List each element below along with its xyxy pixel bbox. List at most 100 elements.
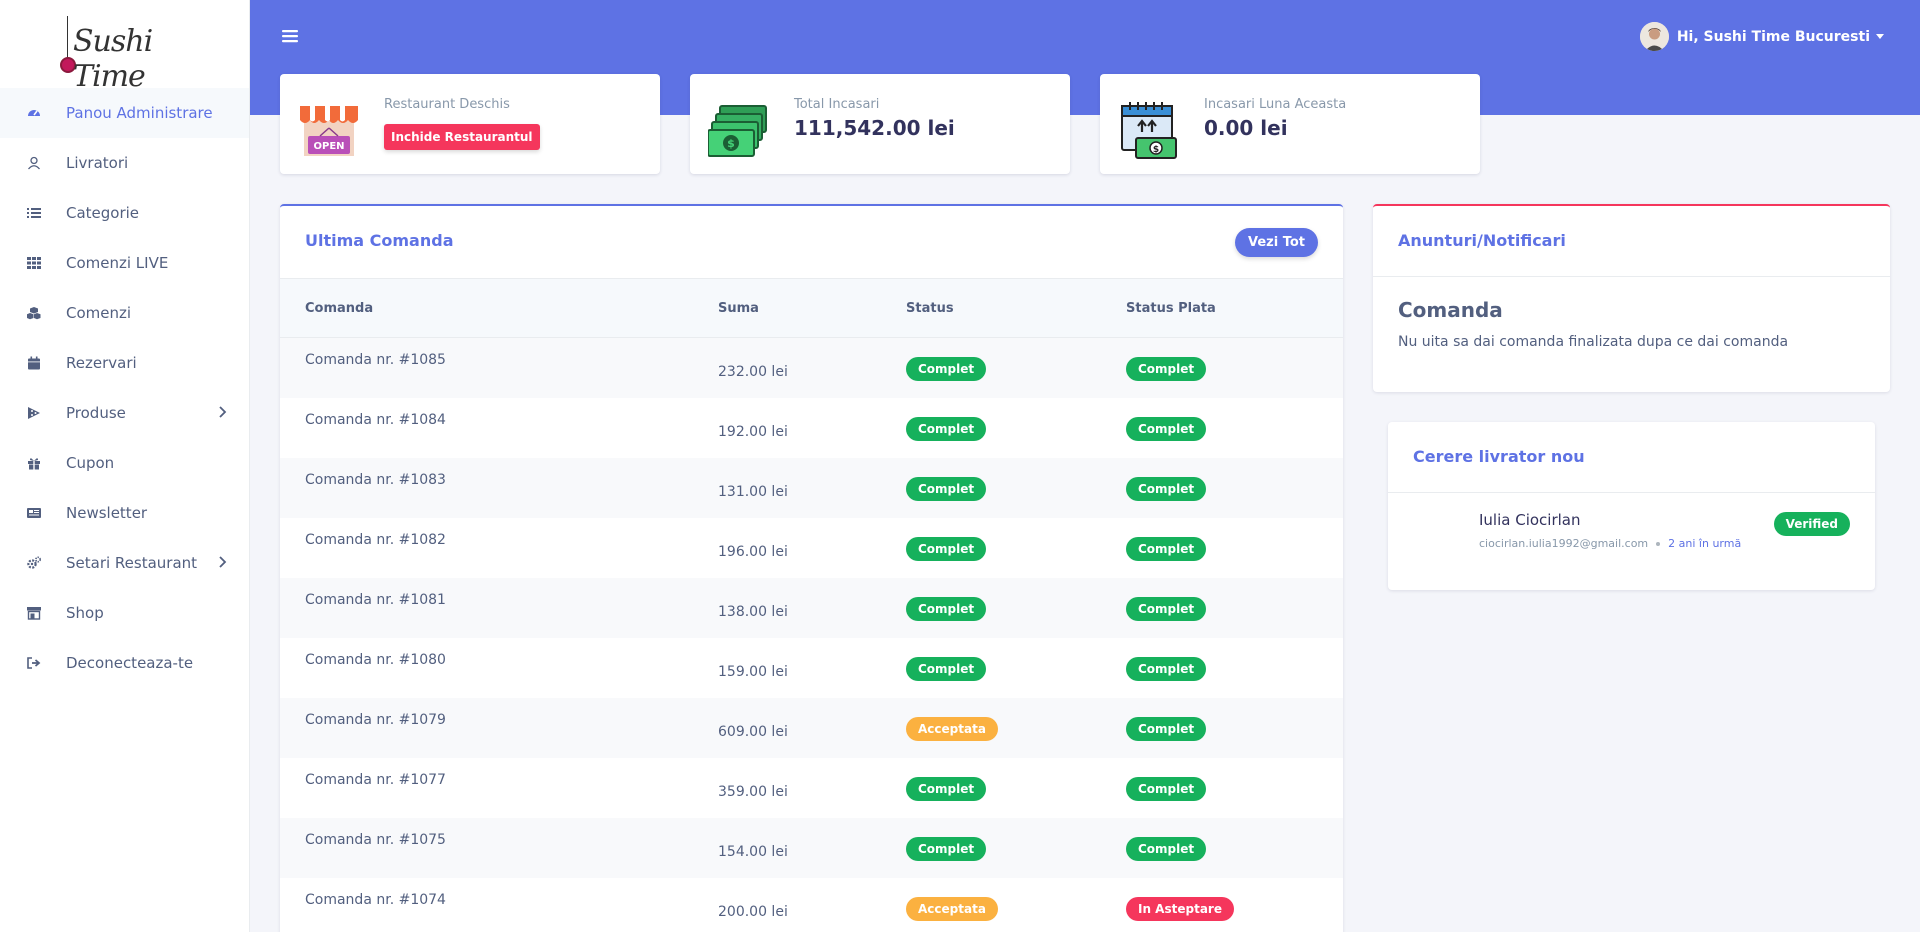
column-status: Status: [906, 301, 954, 316]
order-sum: 138.00 lei: [718, 604, 788, 620]
sidebar-item-panou-administrare[interactable]: Panou Administrare: [0, 88, 249, 138]
courier-email: ciocirlan.iulia1992@gmail.com: [1479, 537, 1649, 550]
payment-status-badge: Complet: [1126, 417, 1207, 441]
sidebar-item-label: Setari Restaurant: [66, 554, 198, 572]
order-number[interactable]: Comanda nr. #1080: [305, 652, 446, 668]
calendar-icon: [27, 356, 41, 370]
order-number[interactable]: Comanda nr. #1081: [305, 592, 446, 608]
monthly-revenue-value: 0.00 lei: [1204, 116, 1288, 140]
order-number[interactable]: Comanda nr. #1075: [305, 832, 446, 848]
payment-status-badge: Complet: [1126, 717, 1207, 741]
table-row[interactable]: Comanda nr. #1074 200.00 lei Acceptata In A…: [280, 878, 1343, 932]
sidebar-item-newsletter[interactable]: Newsletter: [0, 488, 249, 538]
sign-out-icon: [27, 656, 41, 670]
dashboard-icon: [27, 106, 41, 120]
sidebar-item-label: Deconecteaza-te: [66, 654, 194, 672]
sidebar-item-label: Livratori: [66, 154, 129, 172]
courier-meta: ciocirlan.iulia1992@gmail.com 2 ani în u…: [1479, 537, 1741, 550]
chevron-right-icon: [219, 556, 227, 568]
orders-table-header: Comanda Suma Status Status Plata: [280, 278, 1343, 338]
sidebar-item-rezervari[interactable]: Rezervari: [0, 338, 249, 388]
order-status-badge: Complet: [906, 417, 987, 441]
sidebar-item-comenzi[interactable]: Comenzi: [0, 288, 249, 338]
cubes-icon: [27, 306, 41, 320]
latest-orders-card: Ultima Comanda Vezi Tot Comanda Suma Sta…: [280, 204, 1343, 932]
order-status-badge: Acceptata: [906, 717, 998, 741]
list-icon: [27, 206, 41, 220]
order-status-badge: Complet: [906, 837, 987, 861]
order-status-badge: Acceptata: [906, 897, 998, 921]
grid-icon: [27, 256, 41, 270]
payment-status-badge: Complet: [1126, 837, 1207, 861]
sidebar-item-deconecteaza-te[interactable]: Deconecteaza-te: [0, 638, 249, 688]
order-sum: 154.00 lei: [718, 844, 788, 860]
table-row[interactable]: Comanda nr. #1077 359.00 lei Complet Comple…: [280, 758, 1343, 818]
courier-name[interactable]: Iulia Ciocirlan: [1479, 511, 1581, 529]
order-number[interactable]: Comanda nr. #1085: [305, 352, 446, 368]
sidebar-item-setari-restaurant[interactable]: Setari Restaurant: [0, 538, 249, 588]
order-status-badge: Complet: [906, 777, 987, 801]
order-number[interactable]: Comanda nr. #1077: [305, 772, 446, 788]
chevron-right-icon: [219, 406, 227, 418]
menu-toggle-icon[interactable]: [281, 27, 299, 45]
courier-time-ago: 2 ani în urmă: [1668, 537, 1742, 550]
table-row[interactable]: Comanda nr. #1075 154.00 lei Complet Comple…: [280, 818, 1343, 878]
verified-badge: Verified: [1773, 512, 1850, 536]
payment-status-badge: Complet: [1126, 597, 1207, 621]
order-number[interactable]: Comanda nr. #1074: [305, 892, 446, 908]
sidebar-item-comenzi-live[interactable]: Comenzi LIVE: [0, 238, 249, 288]
total-revenue-card: $ Total Incasari 111,542.00 lei: [690, 74, 1070, 174]
latest-orders-title: Ultima Comanda: [305, 231, 454, 250]
order-status-badge: Complet: [906, 597, 987, 621]
order-sum: 359.00 lei: [718, 784, 788, 800]
close-restaurant-button[interactable]: Inchide Restaurantul: [384, 124, 540, 150]
sidebar-item-cupon[interactable]: Cupon: [0, 438, 249, 488]
announcement-text: Nu uita sa dai comanda finalizata dupa c…: [1398, 334, 1789, 350]
new-courier-request-card: Cerere livrator nou Iulia Ciocirlan cioc…: [1388, 422, 1875, 590]
view-all-button[interactable]: Vezi Tot: [1234, 228, 1318, 257]
sidebar-item-label: Comenzi LIVE: [66, 254, 169, 272]
payment-status-badge: Complet: [1126, 537, 1207, 561]
order-number[interactable]: Comanda nr. #1083: [305, 472, 446, 488]
sidebar-item-label: Cupon: [66, 454, 115, 472]
open-shop-icon: OPEN: [300, 106, 358, 156]
restaurant-status-label: Restaurant Deschis: [384, 97, 510, 112]
caret-down-icon: [1876, 34, 1884, 39]
brand-logo-link[interactable]: Sushi Time: [0, 0, 249, 94]
table-row[interactable]: Comanda nr. #1080 159.00 lei Complet Comple…: [280, 638, 1343, 698]
sidebar-item-categorie[interactable]: Categorie: [0, 188, 249, 238]
table-row[interactable]: Comanda nr. #1081 138.00 lei Complet Comple…: [280, 578, 1343, 638]
svg-text:$: $: [727, 137, 735, 150]
sushi-time-logo: Sushi Time: [57, 14, 192, 94]
column-payment-status: Status Plata: [1126, 301, 1216, 316]
open-sign-text: OPEN: [313, 141, 344, 152]
order-number[interactable]: Comanda nr. #1084: [305, 412, 446, 428]
monthly-revenue-card: $ Incasari Luna Aceasta 0.00 lei: [1100, 74, 1480, 174]
sidebar-item-livratori[interactable]: Livratori: [0, 138, 249, 188]
total-revenue-value: 111,542.00 lei: [794, 116, 955, 140]
column-order: Comanda: [305, 301, 374, 316]
table-row[interactable]: Comanda nr. #1084 192.00 lei Complet Comple…: [280, 398, 1343, 458]
order-status-badge: Complet: [906, 477, 987, 501]
order-status-badge: Complet: [906, 357, 987, 381]
sidebar-item-label: Newsletter: [66, 504, 148, 522]
order-number[interactable]: Comanda nr. #1079: [305, 712, 446, 728]
payment-status-badge: Complet: [1126, 777, 1207, 801]
sidebar-item-produse[interactable]: Produse: [0, 388, 249, 438]
announcements-title: Anunturi/Notificari: [1398, 231, 1566, 250]
sidebar-item-label: Categorie: [66, 204, 140, 222]
table-row[interactable]: Comanda nr. #1085 232.00 lei Complet Comple…: [280, 338, 1343, 398]
total-revenue-label: Total Incasari: [794, 97, 880, 112]
order-number[interactable]: Comanda nr. #1082: [305, 532, 446, 548]
table-row[interactable]: Comanda nr. #1082 196.00 lei Complet Comple…: [280, 518, 1343, 578]
avatar: [1639, 22, 1669, 51]
table-row[interactable]: Comanda nr. #1079 609.00 lei Acceptata Comp…: [280, 698, 1343, 758]
user-menu-dropdown[interactable]: Hi, Sushi Time Bucuresti: [1639, 22, 1884, 51]
sidebar-item-shop[interactable]: Shop: [0, 588, 249, 638]
order-sum: 200.00 lei: [718, 904, 788, 920]
order-sum: 131.00 lei: [718, 484, 788, 500]
table-row[interactable]: Comanda nr. #1083 131.00 lei Complet Comple…: [280, 458, 1343, 518]
calendar-money-icon: $: [1121, 102, 1177, 159]
user-icon: [27, 156, 41, 170]
gift-icon: [27, 456, 41, 470]
